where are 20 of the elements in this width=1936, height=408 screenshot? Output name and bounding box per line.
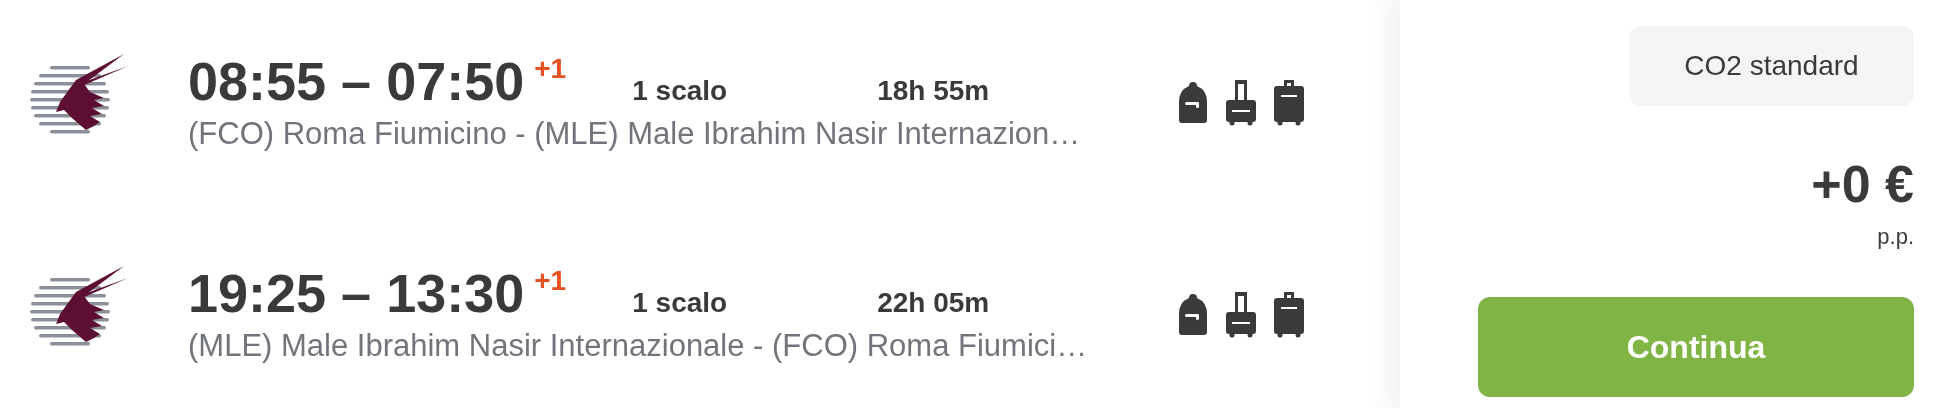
continue-button[interactable]: Continua: [1478, 297, 1914, 397]
stops-text: 1 scalo: [632, 286, 728, 320]
price-text: +0 €: [1811, 156, 1914, 212]
day-offset: +1: [534, 52, 567, 86]
backpack-icon: [1178, 80, 1208, 124]
cabin-trolley-icon: [1226, 292, 1256, 338]
fare-badge: CO2 standard: [1629, 26, 1914, 106]
flight-times: 08:55 – 07:50: [188, 52, 525, 110]
backpack-icon: [1178, 292, 1208, 336]
day-offset: +1: [534, 264, 567, 298]
route-text: (MLE) Male Ibrahim Nasir Internazionale - (FCO) Roma Fiumici…: [188, 327, 1089, 365]
suitcase-icon: [1274, 80, 1304, 126]
stops-text: 1 scalo: [632, 74, 728, 108]
cabin-trolley-icon: [1226, 80, 1256, 126]
route-text: (FCO) Roma Fiumicino - (MLE) Male Ibrahim Nasir Internazion…: [188, 115, 1082, 153]
duration-text: 22h 05m: [877, 286, 990, 320]
price-note: p.p.: [1877, 223, 1914, 251]
flight-times: 19:25 – 13:30: [188, 264, 525, 322]
suitcase-icon: [1274, 292, 1304, 338]
duration-text: 18h 55m: [877, 74, 990, 108]
